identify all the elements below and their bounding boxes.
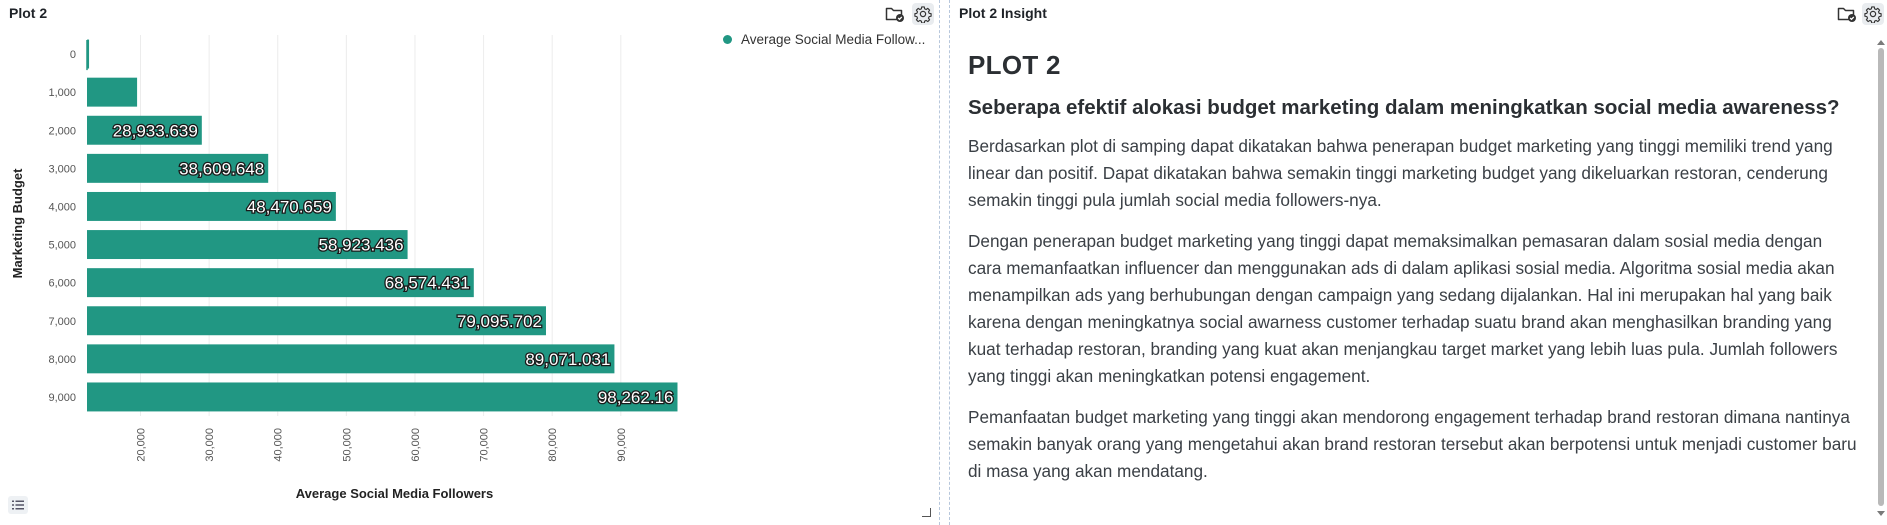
data-label: 58,923.436 — [318, 236, 403, 255]
y-tick-label: 5,000 — [48, 240, 76, 252]
scroll-down-arrow-icon[interactable] — [1877, 511, 1885, 516]
folder-check-icon[interactable] — [1836, 3, 1858, 25]
y-tick-label: 0 — [70, 49, 76, 61]
data-label: 28,933.639 — [113, 121, 198, 140]
resize-handle[interactable] — [922, 508, 931, 517]
x-axis-title: Average Social Media Followers — [296, 486, 493, 501]
insight-paragraph: Dengan penerapan budget marketing yang t… — [968, 231, 1838, 386]
insight-question: Seberapa efektif alokasi budget marketin… — [968, 96, 1840, 119]
plot-panel: Plot 2 20,000 30,000 40,000 50,000 60,000 70,… — [0, 0, 940, 525]
data-label: 98,262.16 — [598, 388, 674, 407]
data-label: 68,574.431 — [385, 274, 470, 293]
insight-content: PLOT 2 Seberapa efektif alokasi budget m… — [968, 50, 1858, 499]
scroll-thumb[interactable] — [1878, 48, 1884, 506]
y-axis-title: Marketing Budget — [10, 168, 25, 278]
y-tick-label: 8,000 — [48, 354, 76, 366]
legend-swatch — [723, 35, 732, 44]
bar — [87, 77, 138, 107]
insight-heading: PLOT 2 — [968, 50, 1061, 80]
bar-chart: 20,000 30,000 40,000 50,000 60,000 70,000 80,0… — [10, 35, 678, 501]
list-icon[interactable] — [8, 496, 28, 514]
chart-legend[interactable]: Average Social Media Follow... — [723, 32, 925, 47]
gear-icon[interactable] — [1862, 3, 1884, 25]
data-label: 48,470.659 — [247, 197, 332, 216]
bar — [87, 382, 678, 412]
data-label: 89,071.031 — [525, 350, 610, 369]
y-tick-label: 2,000 — [48, 125, 76, 137]
insight-paragraph: Pemanfaatan budget marketing yang tinggi… — [968, 407, 1857, 481]
y-tick-label: 9,000 — [48, 392, 76, 404]
y-tick-label: 1,000 — [48, 87, 76, 99]
y-tick-label: 4,000 — [48, 201, 76, 213]
y-tick-label: 7,000 — [48, 316, 76, 328]
legend-label: Average Social Media Follow... — [741, 32, 926, 47]
insight-panel: Plot 2 Insight PLOT 2 Seberapa efektif a… — [949, 0, 1887, 525]
x-tick-label: 60,000 — [410, 428, 422, 462]
x-tick-label: 50,000 — [341, 428, 353, 462]
x-tick-label: 90,000 — [616, 428, 628, 462]
data-label: 79,095.702 — [457, 312, 542, 331]
y-tick-label: 3,000 — [48, 163, 76, 175]
x-tick-label: 30,000 — [204, 428, 216, 462]
panel-title: Plot 2 Insight — [959, 5, 1047, 21]
insight-paragraph: Berdasarkan plot di samping dapat dikata… — [968, 136, 1833, 210]
y-tick-label: 6,000 — [48, 278, 76, 290]
x-tick-label: 40,000 — [273, 428, 285, 462]
scroll-up-arrow-icon[interactable] — [1877, 40, 1885, 45]
x-tick-label: 80,000 — [547, 428, 559, 462]
data-label: 38,609.648 — [179, 159, 264, 178]
scrollbar[interactable] — [1877, 40, 1885, 516]
x-tick-label: 70,000 — [479, 428, 491, 462]
x-tick-label: 20,000 — [136, 428, 148, 462]
